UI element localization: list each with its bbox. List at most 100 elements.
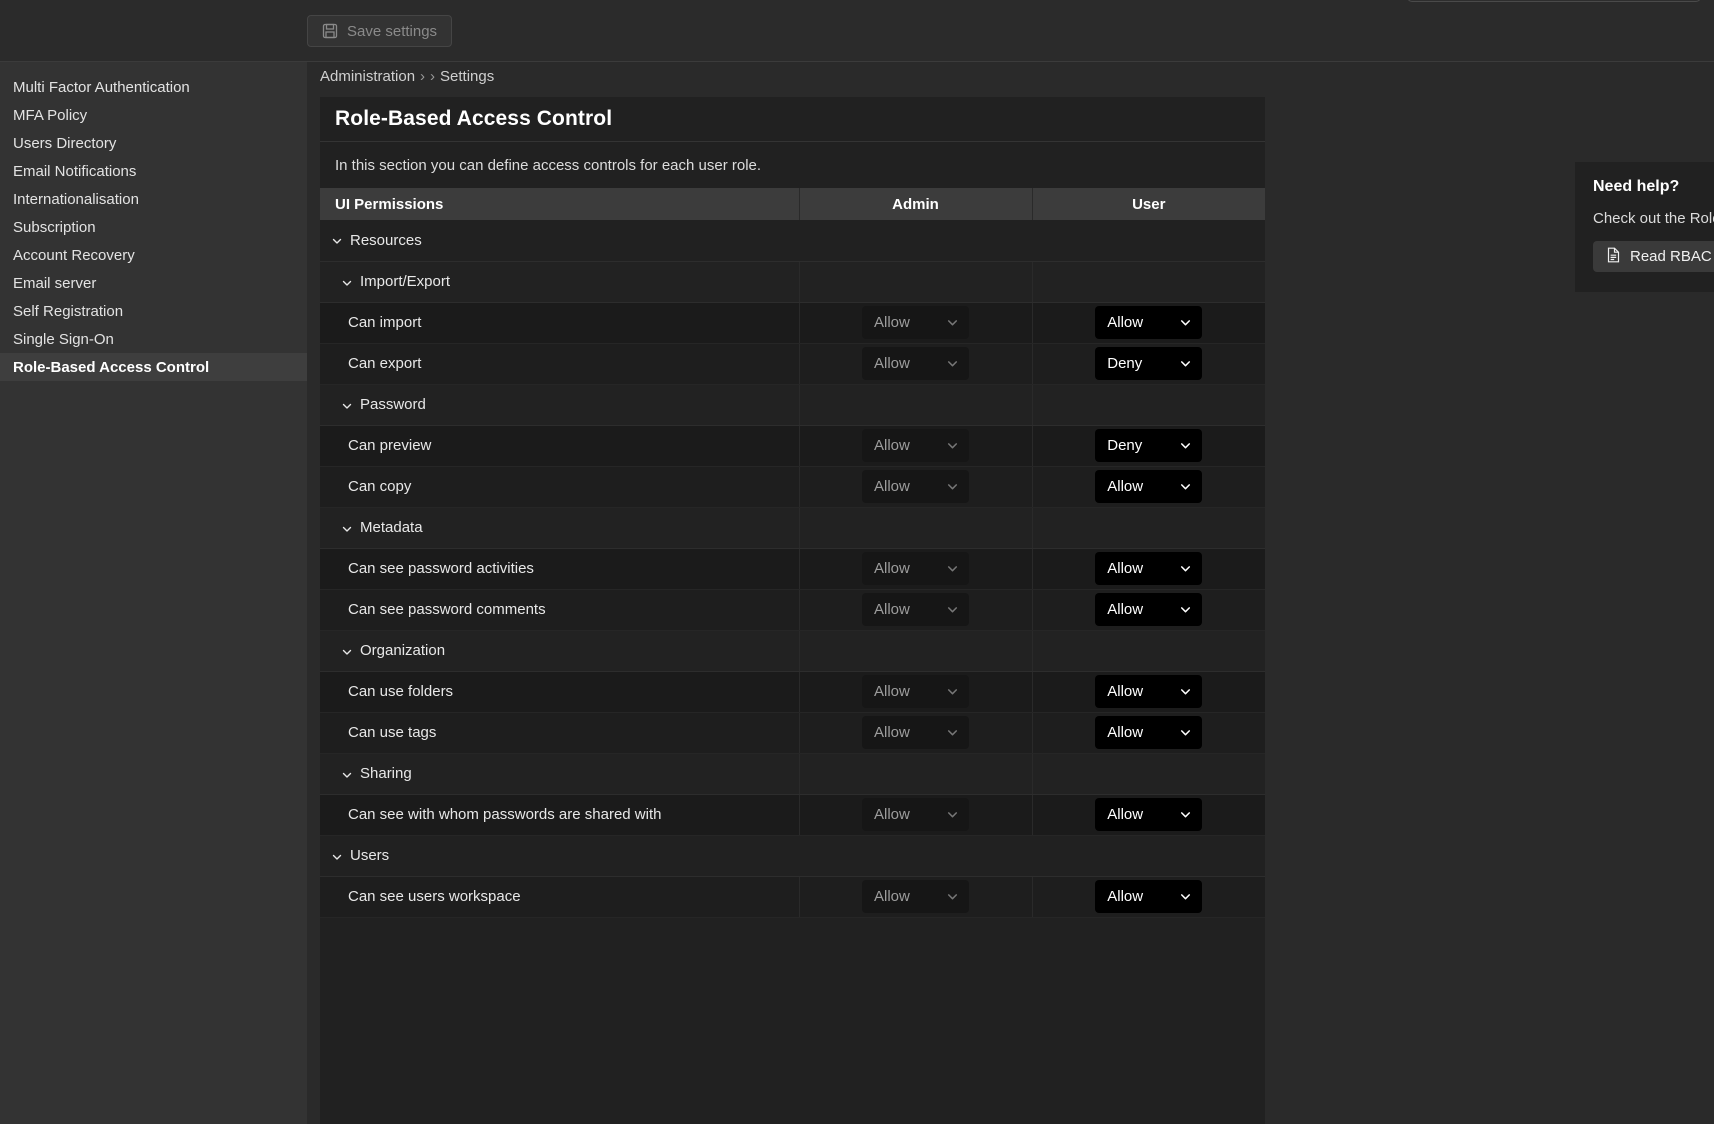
sidebar-item-subscription[interactable]: Subscription [0,213,307,241]
read-rbac-doc-button[interactable]: Read RBAC doc [1593,241,1714,272]
group-label: Users [350,847,390,864]
table-row: Can copy Allow Allow [320,466,1265,508]
chevron-down-icon [341,276,353,288]
sidebar-item-label: Users Directory [13,134,117,152]
permission-name-cell: Can see password activities [320,548,799,590]
chevron-down-icon [946,808,959,821]
sidebar-item-multi-factor-authentication[interactable]: Multi Factor Authentication [0,73,307,101]
table-row: Can import Allow Allow [320,302,1265,344]
rbac-panel: Role-Based Access Control In this sectio… [320,97,1265,1124]
user-permission-select[interactable]: Allow [1095,880,1203,913]
app-root: Save settings Multi Factor Authenticatio… [0,0,1714,1124]
group-row-users[interactable]: Users [320,835,1265,877]
permission-label: Can use folders [348,683,454,700]
table-row: Can see password comments Allow Allow [320,589,1265,631]
sidebar-item-role-based-access-control[interactable]: Role-Based Access Control [0,353,307,381]
user-permission-value: Allow [1107,683,1144,700]
save-settings-button[interactable]: Save settings [307,15,453,47]
user-permission-value: Allow [1107,888,1144,905]
sidebar-item-mfa-policy[interactable]: MFA Policy [0,101,307,129]
page-title: Role-Based Access Control [335,107,613,130]
sidebar-item-account-recovery[interactable]: Account Recovery [0,241,307,269]
group-row-metadata[interactable]: Metadata [320,507,1265,549]
chevron-down-icon [946,439,959,452]
admin-permission-select: Allow [862,716,969,749]
user-permission-select[interactable]: Deny [1095,347,1203,380]
chevron-down-icon [1179,562,1192,575]
user-permission-select[interactable]: Allow [1095,552,1203,585]
group-label-cell[interactable]: Users [320,835,799,877]
sidebar-item-label: Self Registration [13,302,124,320]
group-row-import-export[interactable]: Import/Export [320,261,1265,303]
chevron-down-icon [946,357,959,370]
group-row-resources[interactable]: Resources [320,220,1265,262]
chevron-down-icon [1179,685,1192,698]
user-permission-select[interactable]: Deny [1095,429,1203,462]
group-label-cell[interactable]: Resources [320,220,799,262]
user-permission-select[interactable]: Allow [1095,306,1203,339]
chevron-down-icon [1179,439,1192,452]
chevron-down-icon [946,480,959,493]
group-label-cell[interactable]: Import/Export [320,261,799,303]
sidebar-item-email-server[interactable]: Email server [0,269,307,297]
table-row: Can see password activities Allow Allow [320,548,1265,590]
admin-permission-select: Allow [862,675,969,708]
user-permission-value: Allow [1107,806,1144,823]
group-label-cell[interactable]: Password [320,384,799,426]
group-label-cell[interactable]: Metadata [320,507,799,549]
permission-label: Can see password comments [348,601,546,618]
sidebar-item-label: Multi Factor Authentication [13,78,190,96]
help-card: Need help? Check out the Role Based Acce… [1575,162,1714,292]
group-user-cell [1031,630,1265,672]
user-permission-value: Deny [1107,437,1143,454]
admin-permission-value: Allow [874,478,910,495]
permission-name-cell: Can use tags [320,712,799,754]
admin-permission-select: Allow [862,798,969,831]
group-label-cell[interactable]: Organization [320,630,799,672]
breadcrumb-item-settings[interactable]: Settings [440,68,494,85]
group-row-password[interactable]: Password [320,384,1265,426]
group-row-organization[interactable]: Organization [320,630,1265,672]
permission-label: Can use tags [348,724,437,741]
user-permission-select[interactable]: Allow [1095,593,1203,626]
user-permission-select[interactable]: Allow [1095,470,1203,503]
permission-label: Can import [348,314,422,331]
user-permission-cell: Allow [1031,794,1265,836]
top-right-partial-control[interactable] [1407,0,1701,2]
admin-permission-value: Allow [874,437,910,454]
chevron-down-icon [946,726,959,739]
group-admin-cell [798,507,1032,549]
permission-label: Can copy [348,478,412,495]
breadcrumb-separator-icon-2: › [430,68,436,85]
sidebar-item-single-sign-on[interactable]: Single Sign-On [0,325,307,353]
sidebar-item-internationalisation[interactable]: Internationalisation [0,185,307,213]
admin-permission-cell: Allow [798,466,1032,508]
breadcrumb-item-administration[interactable]: Administration [320,68,415,85]
sidebar-item-label: Internationalisation [13,190,139,208]
chevron-down-icon [341,399,353,411]
sidebar-item-label: Single Sign-On [13,330,114,348]
sidebar-item-label: Role-Based Access Control [13,358,210,376]
admin-permission-select: Allow [862,552,969,585]
group-admin-cell [798,384,1032,426]
user-permission-select[interactable]: Allow [1095,798,1203,831]
table-row: Can see users workspace Allow Allow [320,876,1265,918]
sidebar-item-label: Subscription [13,218,96,236]
table-row: Can use tags Allow Allow [320,712,1265,754]
user-permission-cell: Allow [1031,712,1265,754]
sidebar-item-users-directory[interactable]: Users Directory [0,129,307,157]
chevron-down-icon [1179,808,1192,821]
admin-permission-value: Allow [874,888,910,905]
group-row-sharing[interactable]: Sharing [320,753,1265,795]
admin-permission-value: Allow [874,560,910,577]
admin-permission-cell: Allow [798,671,1032,713]
user-permission-select[interactable]: Allow [1095,716,1203,749]
sidebar-item-self-registration[interactable]: Self Registration [0,297,307,325]
sidebar-item-email-notifications[interactable]: Email Notifications [0,157,307,185]
breadcrumb: Administration › › Settings [320,68,494,85]
user-permission-select[interactable]: Allow [1095,675,1203,708]
chevron-down-icon [341,768,353,780]
group-admin-cell [798,630,1032,672]
group-label-cell[interactable]: Sharing [320,753,799,795]
table-row: Can export Allow Deny [320,343,1265,385]
